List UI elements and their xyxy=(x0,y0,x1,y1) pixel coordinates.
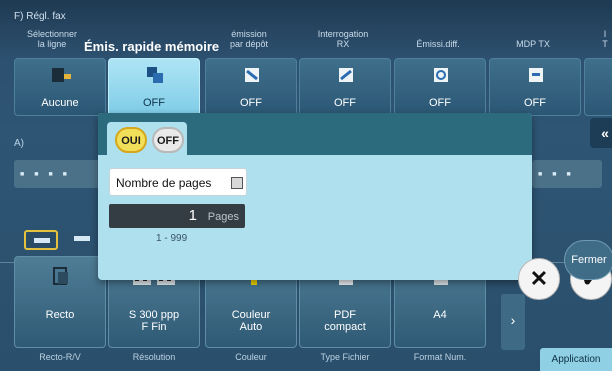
screen-title: F) Régl. fax xyxy=(14,11,66,22)
page-unit: Pages xyxy=(207,211,239,223)
tile-value: OFF xyxy=(334,97,356,109)
tile-label-scan-size: Format Num. xyxy=(413,352,467,362)
page-count-value: 1 xyxy=(188,207,197,224)
polling-rx-icon xyxy=(339,68,353,82)
page-count-label: Nombre de pages xyxy=(116,176,212,190)
tile-bulletin-tx[interactable]: OFF xyxy=(205,58,297,116)
tile-value: OFF xyxy=(524,97,546,109)
tile-label-file-type: Type Fichier xyxy=(320,352,370,362)
quick-memory-tx-popup: OUI OFF Nombre de pages 1 Pages 1 - 999 … xyxy=(98,113,612,300)
tile-quick-memory-tx[interactable]: OFF xyxy=(108,58,200,120)
band-dots-left: ■■■■ xyxy=(20,171,77,178)
close-button[interactable]: Fermer xyxy=(564,240,612,280)
quick-memory-tx-icon xyxy=(147,67,163,83)
toggle-off-button[interactable]: OFF xyxy=(152,127,184,153)
tile-label-resolution: Résolution xyxy=(132,352,176,362)
band-dots-right: ■■■ xyxy=(538,171,581,178)
cancel-button[interactable]: ✕ xyxy=(518,258,560,300)
tile-password-tx[interactable]: OFF xyxy=(489,58,581,116)
tile-value: Recto xyxy=(45,309,75,321)
tile-select-line[interactable]: Aucune xyxy=(14,58,106,116)
tile-label-color: Couleur xyxy=(235,352,267,362)
tile-value: Aucune xyxy=(41,97,79,109)
tab-password-tx[interactable]: MDP TX xyxy=(498,39,568,49)
collapse-button[interactable]: « xyxy=(590,118,612,148)
tab-quick-memory-tx[interactable]: Émis. rapide mémoire xyxy=(84,39,219,54)
line-select-icon xyxy=(52,68,71,82)
password-tx-icon xyxy=(529,68,543,82)
view-list-button[interactable] xyxy=(24,230,58,250)
tab-timer-tx[interactable]: Émissi.diff. xyxy=(398,39,478,49)
simplex-icon xyxy=(53,267,68,285)
bulletin-tx-icon xyxy=(245,68,259,82)
tile-value: OFF xyxy=(143,97,165,109)
tile-value: A4 xyxy=(433,309,447,321)
tile-value: OFF xyxy=(240,97,262,109)
page-range-hint: 1 - 999 xyxy=(156,233,188,244)
screen: F) Régl. fax Sélectionner la ligne Émis.… xyxy=(0,0,612,371)
page-count-checkbox[interactable]: Nombre de pages xyxy=(109,168,247,196)
tab-polling-rx[interactable]: Interrogation RX xyxy=(298,29,388,49)
checkbox-box xyxy=(231,177,243,189)
list-icon xyxy=(34,238,50,243)
tile-simplex[interactable]: Recto xyxy=(14,256,106,348)
page-count-input[interactable]: 1 Pages xyxy=(109,204,245,228)
toggle-on-button[interactable]: OUI xyxy=(115,127,147,153)
application-button[interactable]: Application xyxy=(540,348,612,371)
tile-label-simplex: Recto-R/V xyxy=(39,352,81,362)
detail-icon xyxy=(74,236,90,241)
tile-value: S 300 ppp F Fin xyxy=(128,309,180,333)
section-label: A) xyxy=(14,138,24,149)
tile-polling-rx[interactable]: OFF xyxy=(299,58,391,116)
tab-select-line[interactable]: Sélectionner la ligne xyxy=(12,29,92,49)
view-detail-button[interactable] xyxy=(66,230,100,250)
tile-next-partial[interactable] xyxy=(584,58,612,116)
next-page-button[interactable]: › xyxy=(501,294,525,350)
tile-value: Couleur Auto xyxy=(231,309,271,333)
tile-value: PDF compact xyxy=(324,309,366,333)
timer-tx-icon xyxy=(434,68,448,82)
tab-next[interactable]: I T xyxy=(598,29,612,49)
tile-timer-tx[interactable]: OFF xyxy=(394,58,486,116)
tile-value: OFF xyxy=(429,97,451,109)
tab-bulletin-tx[interactable]: émission par dépôt xyxy=(214,29,284,49)
